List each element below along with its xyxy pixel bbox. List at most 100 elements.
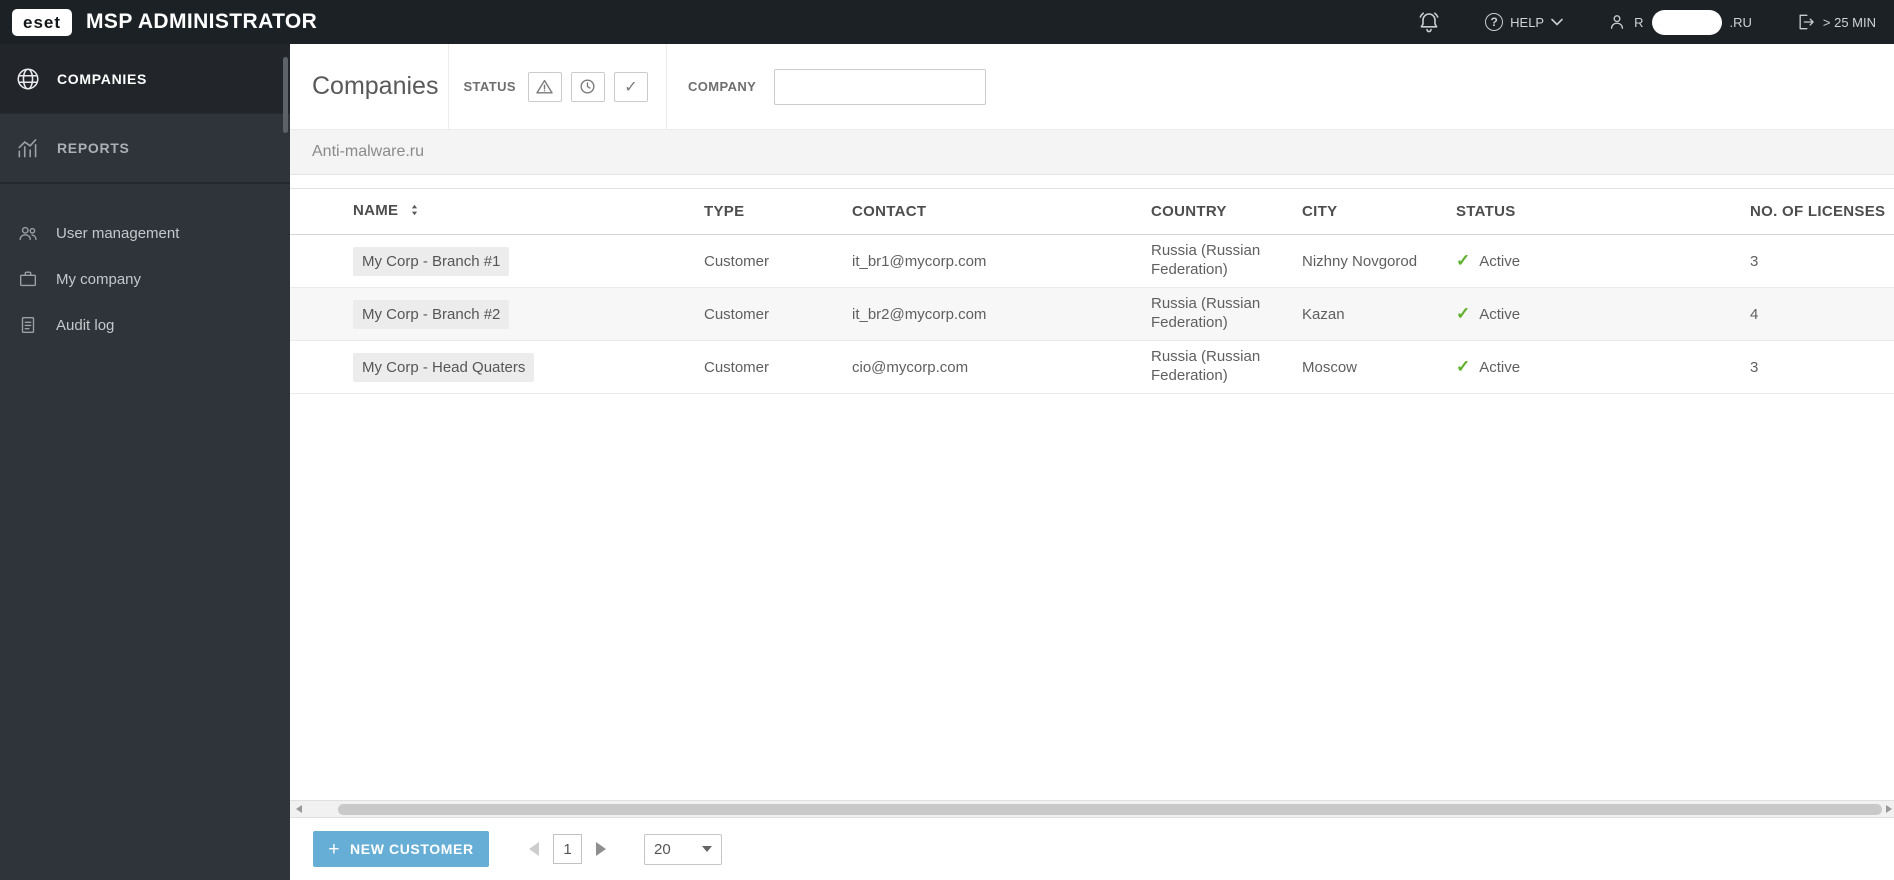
column-header-city[interactable]: CITY [1302,188,1456,235]
status-filter-warning-button[interactable] [527,71,562,102]
cell-licenses: 4 [1750,287,1894,341]
header-divider [665,44,667,129]
header-divider [448,44,450,129]
current-page-indicator[interactable]: 1 [553,834,582,864]
company-name-link[interactable]: My Corp - Branch #2 [353,299,510,329]
sidebar-item-label: REPORTS [57,140,130,156]
question-circle-icon: ? [1485,13,1504,31]
cell-status: ✓ Active [1456,287,1750,341]
column-header-type[interactable]: TYPE [704,188,852,235]
globe-icon [15,66,41,92]
status-label: Active [1479,358,1521,376]
company-name-link[interactable]: My Corp - Head Quaters [353,352,535,382]
logout-exit-icon [1796,12,1816,32]
sidebar: COMPANIES REPORTS User management My com… [0,44,290,880]
sidebar-item-my-company[interactable]: My company [0,256,290,302]
briefcase-icon [17,268,39,290]
chart-icon [15,135,41,161]
table-row[interactable]: My Corp - Branch #1 Customer it_br1@myco… [290,234,1894,288]
clipboard-icon [17,314,39,336]
cell-contact: it_br1@mycorp.com [852,234,1151,288]
help-label: HELP [1510,14,1545,30]
status-check-icon: ✓ [1456,251,1471,270]
cell-contact: cio@mycorp.com [852,340,1151,394]
cell-contact: it_br2@mycorp.com [852,287,1151,341]
page-size-dropdown[interactable]: 20 [644,833,722,865]
cell-status: ✓ Active [1456,340,1750,394]
users-icon [17,222,39,244]
notifications-bell-icon[interactable] [1417,10,1441,34]
table-row[interactable]: My Corp - Branch #2 Customer it_br2@myco… [290,287,1894,341]
content-header: Companies STATUS ✓ COMPANY [290,44,1894,130]
status-label: Active [1479,305,1521,323]
cell-country: Russia (Russian Federation) [1151,340,1302,394]
breadcrumb-company[interactable]: Anti-malware.ru [312,143,424,161]
cell-country: Russia (Russian Federation) [1151,234,1302,288]
cell-type: Customer [704,287,852,341]
sidebar-item-label: Audit log [56,316,115,334]
company-filter-input[interactable] [774,68,987,105]
column-header-contact[interactable]: CONTACT [852,188,1151,235]
status-check-icon: ✓ [1456,304,1471,323]
scrollbar-thumb[interactable] [338,804,1882,815]
status-check-icon: ✓ [1456,357,1471,376]
status-filter-label: STATUS [463,79,516,94]
companies-table-wrap: NAME TYPE CONTACT COUNTRY CITY STATUS NO… [290,188,1894,394]
scroll-left-arrow-icon[interactable] [296,805,302,813]
sidebar-scrollbar-thumb[interactable] [283,57,288,133]
cell-city: Nizhny Novgorod [1302,234,1456,288]
sidebar-item-label: My company [56,270,142,288]
app-root: eset MSP ADMINISTRATOR ? HELP R .RU > 25… [0,0,1894,880]
cell-city: Kazan [1302,287,1456,341]
plus-icon: + [328,838,341,860]
column-header-name[interactable]: NAME [290,188,704,235]
app-title: MSP ADMINISTRATOR [86,10,318,33]
topbar: eset MSP ADMINISTRATOR ? HELP R .RU > 25… [0,0,1894,44]
warning-triangle-icon [535,77,554,96]
breadcrumb[interactable]: Anti-malware.ru [290,130,1894,175]
main-content: Companies STATUS ✓ COMPANY Anti-malware.… [290,44,1894,880]
username-suffix: .RU [1729,14,1752,30]
footer: + NEW CUSTOMER 1 20 [290,818,1894,880]
check-icon: ✓ [624,78,638,96]
next-page-arrow-icon[interactable] [596,842,606,856]
cell-type: Customer [704,340,852,394]
username-prefix: R [1634,14,1644,30]
status-filter-pending-button[interactable] [570,71,605,102]
clock-icon [578,77,597,96]
chevron-down-icon [1551,18,1563,26]
user-account-menu[interactable]: R .RU [1607,9,1752,35]
companies-table: NAME TYPE CONTACT COUNTRY CITY STATUS NO… [290,188,1894,394]
help-menu[interactable]: ? HELP [1485,13,1563,31]
new-customer-label: NEW CUSTOMER [350,841,474,857]
column-header-licenses[interactable]: NO. OF LICENSES [1750,188,1894,235]
sidebar-secondary-nav: User management My company Audit log [0,184,290,348]
session-timeout[interactable]: > 25 MIN [1796,12,1876,32]
chevron-down-icon [702,846,712,852]
cell-country: Russia (Russian Federation) [1151,287,1302,341]
column-header-country[interactable]: COUNTRY [1151,188,1302,235]
eset-logo: eset [12,8,73,36]
new-customer-button[interactable]: + NEW CUSTOMER [313,831,489,867]
cell-licenses: 3 [1750,234,1894,288]
previous-page-arrow-icon[interactable] [529,842,539,856]
scroll-right-arrow-icon[interactable] [1886,805,1892,813]
sidebar-item-user-management[interactable]: User management [0,210,290,256]
sidebar-item-audit-log[interactable]: Audit log [0,302,290,348]
sidebar-item-reports[interactable]: REPORTS [0,113,290,182]
cell-city: Moscow [1302,340,1456,394]
user-icon [1607,12,1627,32]
redacted-username [1651,9,1722,35]
table-row[interactable]: My Corp - Head Quaters Customer cio@myco… [290,340,1894,394]
status-filter-active-button[interactable]: ✓ [613,71,648,102]
company-filter-label: COMPANY [687,79,757,94]
status-label: Active [1479,252,1521,270]
horizontal-scrollbar[interactable] [290,800,1894,818]
column-header-status[interactable]: STATUS [1456,188,1750,235]
topbar-right: ? HELP R .RU > 25 MIN [1417,9,1894,35]
sidebar-item-label: User management [56,224,180,242]
sidebar-item-companies[interactable]: COMPANIES [0,44,290,113]
company-name-link[interactable]: My Corp - Branch #1 [353,246,510,276]
sort-icon[interactable] [408,203,421,221]
page-title: Companies [312,72,439,100]
